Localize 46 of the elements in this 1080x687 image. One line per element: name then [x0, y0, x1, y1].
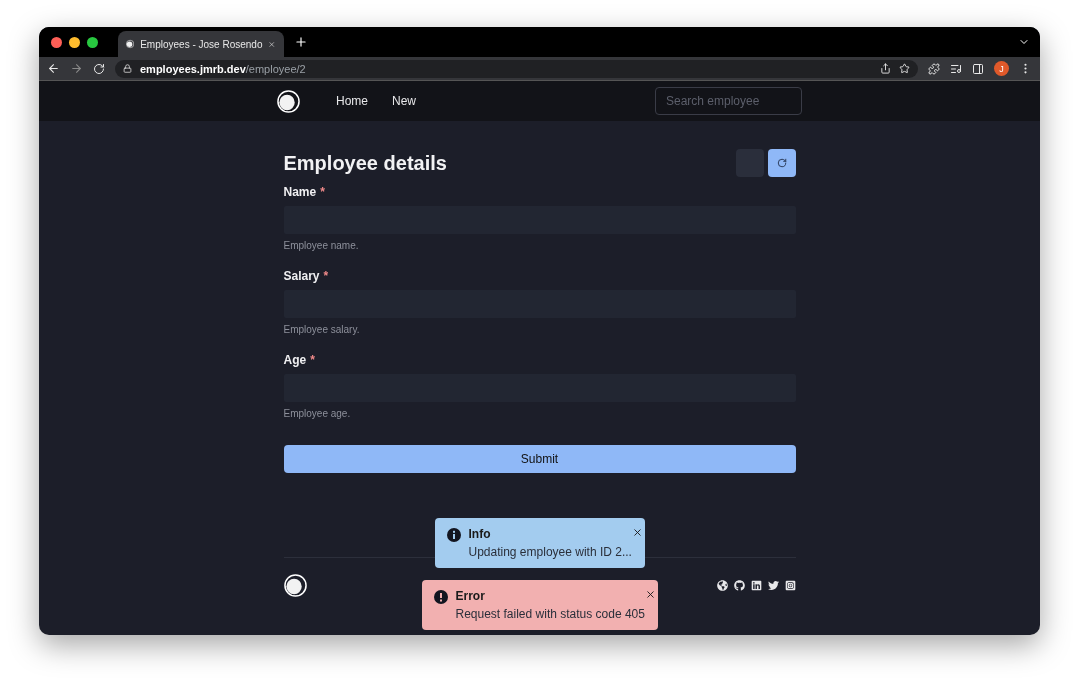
- puzzle-icon[interactable]: [928, 62, 940, 75]
- browser-tab[interactable]: Employees - Jose Rosendo: [118, 31, 284, 57]
- field-label: Name *: [283, 185, 326, 199]
- field-hint: Employee name.: [283, 240, 360, 251]
- star-icon[interactable]: [899, 63, 910, 74]
- side-panel-icon[interactable]: [972, 62, 984, 75]
- playlist-icon[interactable]: [950, 62, 962, 75]
- address-bar[interactable]: employees.jmrb.dev/employee/2: [115, 59, 918, 78]
- twitter-icon[interactable]: [767, 580, 779, 591]
- exclamation-icon: [433, 590, 448, 604]
- search-field[interactable]: Search employee: [655, 87, 802, 115]
- logo-icon[interactable]: [283, 574, 307, 597]
- field-label: Salary *: [283, 269, 330, 283]
- instagram-icon[interactable]: [784, 580, 796, 591]
- page-title: Employee details: [283, 151, 448, 175]
- field-label: Age *: [283, 353, 316, 367]
- new-tab-icon[interactable]: [294, 35, 308, 49]
- field-hint: Employee age.: [283, 408, 352, 419]
- lock-icon: [123, 64, 132, 73]
- forward-icon[interactable]: [70, 62, 83, 75]
- share-icon[interactable]: [880, 63, 891, 74]
- info-icon: [446, 528, 461, 542]
- linkedin-icon[interactable]: [750, 580, 762, 591]
- toast-title: Error: [455, 589, 486, 603]
- logo-icon[interactable]: [277, 89, 300, 113]
- back-icon[interactable]: [47, 62, 60, 75]
- field-hint: Employee salary.: [283, 324, 361, 335]
- url-text: employees.jmrb.dev/employee/2: [140, 62, 306, 75]
- profile-avatar[interactable]: J: [994, 61, 1009, 76]
- submit-button[interactable]: Submit: [283, 445, 796, 473]
- close-icon[interactable]: [644, 589, 656, 600]
- toast-message: Updating employee with ID 2...: [468, 545, 632, 559]
- close-icon[interactable]: [631, 527, 643, 538]
- nav-link[interactable]: New: [392, 94, 417, 108]
- toast-title: Info: [468, 527, 492, 541]
- window-minimize-button[interactable]: [69, 36, 80, 48]
- reload-icon[interactable]: [93, 62, 105, 75]
- refresh-button[interactable]: [767, 149, 796, 177]
- github-icon[interactable]: [733, 580, 745, 591]
- logo-icon[interactable]: [126, 38, 135, 50]
- window-close-button[interactable]: [51, 36, 62, 48]
- refresh-icon: [776, 158, 787, 168]
- globe-icon[interactable]: [716, 580, 728, 591]
- nav-link[interactable]: Home: [336, 94, 368, 108]
- window-maximize-button[interactable]: [87, 36, 98, 48]
- toast-message: Request failed with status code 405: [455, 607, 645, 621]
